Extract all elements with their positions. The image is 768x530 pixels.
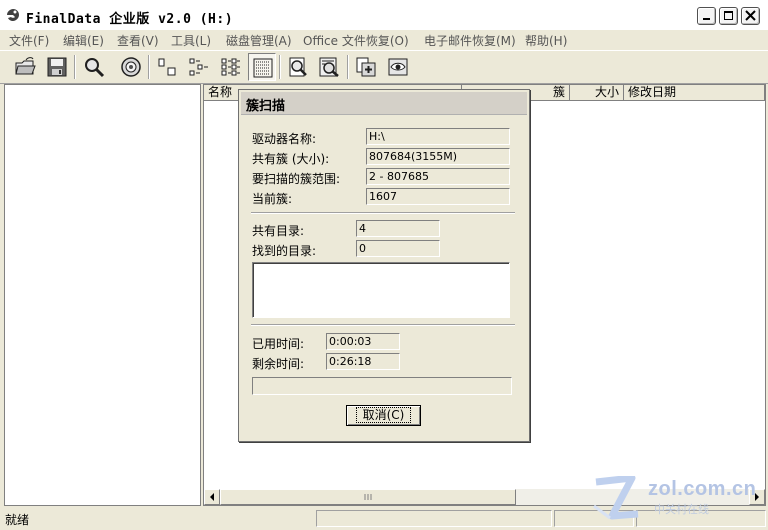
dialog-title-bar[interactable]: 簇扫描: [241, 92, 527, 115]
watermark-subtext: 中关村在线: [654, 503, 709, 516]
large-icons-view-icon: [158, 58, 176, 76]
recover-icon: [356, 57, 376, 77]
total-clusters-field: 807684(3155M): [366, 148, 510, 165]
drive-name-field: H:\: [366, 128, 510, 145]
menu-office[interactable]: Office 文件恢复(O): [303, 32, 409, 49]
separator: [251, 212, 515, 214]
scroll-left-button[interactable]: [204, 489, 220, 505]
find-file-button[interactable]: [284, 53, 312, 81]
small-icons-button[interactable]: [185, 53, 213, 81]
scan-progress-bar: [252, 377, 512, 395]
find-cluster-icon: [319, 57, 339, 77]
menu-help[interactable]: 帮助(H): [525, 32, 567, 49]
scroll-thumb[interactable]: [220, 489, 516, 505]
separator: [251, 324, 515, 326]
found-dirs-field: 0: [356, 240, 440, 257]
search-magnifier-icon: [85, 58, 105, 78]
watermark: zol.com.cn 中关村在线: [592, 476, 764, 520]
open-folder-icon: [15, 57, 36, 75]
status-text: 就绪: [5, 513, 30, 527]
elapsed-time-field: 0:00:03: [326, 333, 400, 350]
close-button[interactable]: [741, 7, 760, 25]
save-disk-icon: [47, 57, 67, 77]
menu-edit[interactable]: 编辑(E): [63, 32, 104, 49]
drive-name-label: 驱动器名称:: [252, 132, 317, 146]
search-button[interactable]: [80, 53, 108, 81]
found-dirs-label: 找到的目录:: [252, 244, 317, 258]
current-cluster-field: 1607: [366, 188, 510, 205]
drive-button[interactable]: [117, 53, 145, 81]
window-title: FinalData 企业版 v2.0 (H:): [26, 12, 234, 27]
minimize-button[interactable]: [697, 7, 716, 25]
find-file-icon: [289, 57, 307, 77]
save-button[interactable]: [43, 53, 71, 81]
minimize-icon: [703, 18, 710, 20]
column-size[interactable]: 大小: [570, 85, 624, 101]
list-view-icon: [221, 58, 240, 76]
menu-bar: 文件(F) 编辑(E) 查看(V) 工具(L) 磁盘管理(A) Office 文…: [0, 31, 768, 49]
recover-button[interactable]: [352, 53, 380, 81]
dialog-title: 簇扫描: [246, 99, 286, 114]
folder-tree-pane[interactable]: [4, 84, 201, 506]
find-cluster-button[interactable]: [315, 53, 343, 81]
close-icon: [745, 10, 756, 21]
found-directories-list[interactable]: [252, 262, 510, 318]
scan-range-label: 要扫描的簇范围:: [252, 172, 341, 186]
menu-file[interactable]: 文件(F): [9, 32, 49, 49]
total-dirs-field: 4: [356, 220, 440, 237]
title-bar[interactable]: FinalData 企业版 v2.0 (H:): [0, 0, 768, 30]
details-view-button[interactable]: [248, 53, 276, 81]
details-view-icon: [253, 58, 273, 78]
status-cell: [316, 510, 552, 527]
remaining-time-field: 0:26:18: [326, 353, 400, 370]
maximize-icon: [724, 11, 733, 20]
large-icons-button[interactable]: [153, 53, 181, 81]
total-dirs-label: 共有目录:: [252, 224, 305, 238]
total-clusters-label: 共有簇 (大小):: [252, 152, 330, 166]
arrow-left-icon: [210, 493, 214, 501]
column-modified[interactable]: 修改日期: [624, 85, 765, 101]
cancel-button-label: 取消(C): [355, 407, 412, 423]
app-icon: [7, 9, 19, 21]
remaining-time-label: 剩余时间:: [252, 357, 305, 371]
elapsed-time-label: 已用时间:: [252, 337, 305, 351]
cluster-scan-dialog: 簇扫描 驱动器名称: H:\ 共有簇 (大小): 807684(3155M) 要…: [238, 89, 530, 442]
menu-email[interactable]: 电子邮件恢复(M): [424, 32, 516, 49]
preview-button[interactable]: [384, 53, 412, 81]
small-icons-view-icon: [189, 58, 208, 76]
menu-disk[interactable]: 磁盘管理(A): [226, 32, 292, 49]
watermark-text: zol.com.cn: [648, 478, 757, 500]
menu-tools[interactable]: 工具(L): [171, 32, 211, 49]
drive-icon: [121, 57, 141, 77]
zol-logo-icon: [593, 476, 639, 520]
menu-view[interactable]: 查看(V): [117, 32, 159, 49]
list-view-button[interactable]: [217, 53, 245, 81]
maximize-button[interactable]: [719, 7, 738, 25]
open-button[interactable]: [11, 53, 39, 81]
toolbar: [0, 50, 768, 84]
grip-icon: [364, 494, 372, 500]
current-cluster-label: 当前簇:: [252, 192, 293, 206]
scan-range-field: 2 - 807685: [366, 168, 510, 185]
preview-icon: [388, 58, 408, 76]
cancel-button[interactable]: 取消(C): [346, 405, 421, 426]
